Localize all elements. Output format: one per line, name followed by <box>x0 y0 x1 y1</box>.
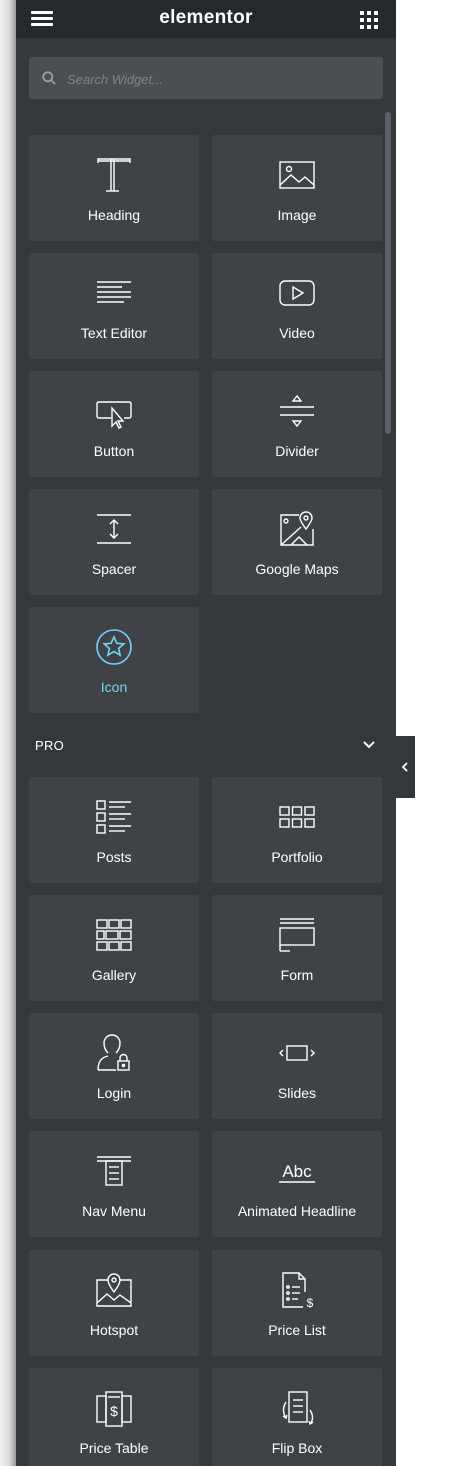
widget-tile-hotspot[interactable]: Hotspot <box>29 1250 199 1356</box>
widget-label: Flip Box <box>271 1440 323 1456</box>
widget-label: Animated Headline <box>237 1203 357 1219</box>
widget-tile-google-maps[interactable]: Google Maps <box>212 489 382 595</box>
slides-icon <box>279 1045 315 1061</box>
svg-text:Abc: Abc <box>282 1162 312 1181</box>
widget-label: Video <box>279 325 315 341</box>
widget-tile-image[interactable]: Image <box>212 135 382 241</box>
widget-tile-icon[interactable]: Icon <box>29 607 199 713</box>
star-icon <box>96 629 132 665</box>
widget-tile-flip-box[interactable]: Flip Box <box>212 1368 382 1466</box>
widget-tile-divider[interactable]: Divider <box>212 371 382 477</box>
widget-label: Portfolio <box>271 849 323 865</box>
widget-label: Image <box>277 207 317 223</box>
gallery-icon <box>96 919 132 951</box>
widget-tile-portfolio[interactable]: Portfolio <box>212 777 382 883</box>
widget-label: Gallery <box>91 967 137 983</box>
widget-label: Slides <box>277 1085 317 1101</box>
image-icon <box>279 161 315 189</box>
nav-menu-icon <box>97 1156 131 1186</box>
widget-label: Posts <box>96 849 132 865</box>
widget-tile-video[interactable]: Video <box>212 253 382 359</box>
widget-tile-heading[interactable]: Heading <box>29 135 199 241</box>
widget-tile-spacer[interactable]: Spacer <box>29 489 199 595</box>
collapse-panel-button[interactable] <box>396 736 415 798</box>
widget-label: Price Table <box>79 1440 149 1456</box>
price-table-icon: $ <box>96 1391 132 1427</box>
google-maps-icon <box>280 511 314 546</box>
widget-label: Form <box>280 967 314 983</box>
widget-label: Icon <box>100 679 128 695</box>
widget-tile-text-editor[interactable]: Text Editor <box>29 253 199 359</box>
widget-label: Button <box>93 443 135 459</box>
widget-tile-price-table[interactable]: $ Price Table <box>29 1368 199 1466</box>
hotspot-icon <box>96 1273 132 1307</box>
widget-label: Hotspot <box>89 1322 139 1338</box>
form-icon <box>279 918 315 952</box>
portfolio-icon <box>279 806 315 828</box>
widget-label: Nav Menu <box>82 1203 146 1219</box>
widget-tile-price-list[interactable]: $ Price List <box>212 1250 382 1356</box>
chevron-left-icon <box>401 762 408 772</box>
widget-tile-button[interactable]: Button <box>29 371 199 477</box>
widget-label: Divider <box>275 443 319 459</box>
widget-tile-form[interactable]: Form <box>212 895 382 1001</box>
widget-label: Text Editor <box>80 325 148 341</box>
page-edge-shadow <box>0 0 16 1466</box>
widget-label: Heading <box>87 207 141 223</box>
flip-box-icon <box>282 1391 314 1426</box>
search-input[interactable] <box>65 57 369 101</box>
login-icon <box>97 1034 130 1071</box>
spacer-icon <box>97 514 131 544</box>
widget-tile-login[interactable]: Login <box>29 1013 199 1119</box>
section-title: PRO <box>35 738 65 753</box>
widget-tile-animated-headline[interactable]: Abc Animated Headline <box>212 1131 382 1237</box>
search-icon <box>42 71 56 85</box>
widget-label: Spacer <box>91 561 137 577</box>
text-editor-icon <box>97 281 131 303</box>
widget-tile-nav-menu[interactable]: Nav Menu <box>29 1131 199 1237</box>
svg-text:$: $ <box>307 1296 314 1310</box>
svg-text:$: $ <box>110 1403 118 1419</box>
panel-header: elementor <box>16 0 396 38</box>
widget-label: Price List <box>268 1322 326 1338</box>
panel-scrollbar[interactable] <box>385 112 391 434</box>
widget-label: Google Maps <box>255 561 339 577</box>
search-widget-box <box>29 57 383 101</box>
elementor-widget-panel: elementor Heading Image Text Editor Vide… <box>16 0 396 1466</box>
posts-icon <box>96 800 131 834</box>
animated-headline-icon: Abc <box>279 1162 315 1183</box>
widget-tile-gallery[interactable]: Gallery <box>29 895 199 1001</box>
heading-icon <box>97 158 131 192</box>
price-list-icon: $ <box>282 1272 314 1310</box>
pro-section-toggle[interactable]: PRO <box>16 726 396 766</box>
grid-icon[interactable] <box>360 11 378 29</box>
widget-tile-posts[interactable]: Posts <box>29 777 199 883</box>
chevron-down-icon <box>363 741 375 749</box>
divider-icon <box>280 394 314 428</box>
video-icon <box>279 280 315 306</box>
widget-tile-slides[interactable]: Slides <box>212 1013 382 1119</box>
button-icon <box>96 401 132 429</box>
widget-label: Login <box>96 1085 132 1101</box>
elementor-logo: elementor <box>159 7 253 28</box>
